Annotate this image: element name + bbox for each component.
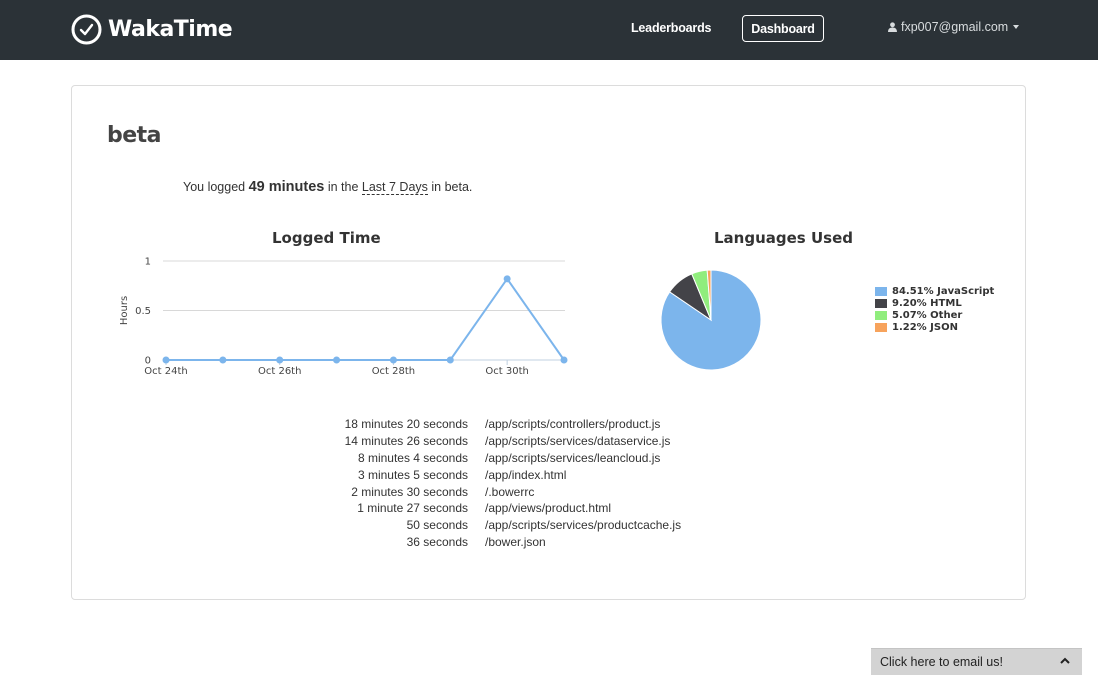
chevron-up-icon xyxy=(1060,657,1070,664)
file-duration: 50 seconds xyxy=(406,518,468,533)
summary-minutes: 49 minutes xyxy=(248,179,325,195)
languages-pie-chart xyxy=(660,269,762,371)
data-point xyxy=(560,356,568,364)
languages-title: Languages Used xyxy=(714,229,853,247)
file-duration: 1 minute 27 seconds xyxy=(357,501,468,516)
file-row: 8 minutes 4 seconds/app/scripts/services… xyxy=(272,450,681,467)
project-panel: beta You logged 49 minutes in the Last 7… xyxy=(71,85,1026,600)
x-tick-label: Oct 24th xyxy=(144,366,187,377)
legend-label: 84.51% JavaScript xyxy=(892,285,995,297)
y-tick-label: 0.5 xyxy=(135,306,151,317)
clock-logo-icon xyxy=(71,14,102,44)
y-tick-label: 1 xyxy=(145,257,151,268)
file-duration: 18 minutes 20 seconds xyxy=(344,417,468,432)
legend-label: 5.07% Other xyxy=(892,309,963,321)
x-tick-label: Oct 26th xyxy=(258,366,301,377)
legend-swatch xyxy=(875,310,887,320)
file-row: 18 minutes 20 seconds/app/scripts/contro… xyxy=(272,416,681,433)
data-point xyxy=(446,356,454,364)
series-line xyxy=(166,277,565,361)
data-point xyxy=(389,356,397,364)
summary-suffix: in beta. xyxy=(431,180,473,194)
y-axis-label: Hours xyxy=(119,296,130,325)
legend-swatch xyxy=(875,298,887,308)
caret-down-icon xyxy=(1013,25,1020,29)
file-path: /app/scripts/services/dataservice.js xyxy=(485,434,671,449)
logged-time-chart: 0 0.5 1 Hours Oct 24th Oct 26th Oct 28th Oct 30… xyxy=(119,257,568,377)
legend-label: 1.22% JSON xyxy=(892,321,958,333)
file-duration: 8 minutes 4 seconds xyxy=(357,450,468,465)
file-path: /app/index.html xyxy=(485,467,567,482)
file-row: 14 minutes 26 seconds/app/scripts/servic… xyxy=(272,433,681,450)
email-us-widget[interactable]: Click here to email us! xyxy=(871,648,1082,675)
file-path: /bower.json xyxy=(485,534,546,549)
summary-mid: in the xyxy=(327,180,359,194)
user-icon xyxy=(888,22,897,32)
file-row: 1 minute 27 seconds/app/views/product.ht… xyxy=(272,500,681,517)
nav-dashboard-label: Dashboard xyxy=(751,21,815,36)
email-us-label: Click here to email us! xyxy=(880,655,1003,669)
legend-swatch xyxy=(875,286,887,296)
nav-leaderboards-link[interactable]: Leaderboards xyxy=(631,21,711,35)
data-point xyxy=(162,356,170,364)
project-title: beta xyxy=(107,123,162,148)
logged-time-title: Logged Time xyxy=(272,229,381,247)
navbar: WakaTime Leaderboards Dashboard fxp007@g… xyxy=(0,0,1098,60)
file-row: 50 seconds/app/scripts/services/productc… xyxy=(272,517,681,534)
nav-dashboard-button[interactable]: Dashboard xyxy=(742,15,824,42)
file-duration: 3 minutes 5 seconds xyxy=(357,467,468,482)
legend-item[interactable]: 9.20% HTML xyxy=(875,297,994,309)
y-tick-label: 0 xyxy=(145,356,151,367)
file-duration: 36 seconds xyxy=(406,534,468,549)
file-path: /app/scripts/services/leancloud.js xyxy=(485,450,661,465)
legend-swatch xyxy=(875,322,887,332)
legend-item[interactable]: 1.22% JSON xyxy=(875,321,994,333)
user-menu[interactable]: fxp007@gmail.com xyxy=(888,20,1020,34)
x-tick-label: Oct 28th xyxy=(372,366,415,377)
file-duration: 2 minutes 30 seconds xyxy=(351,484,468,499)
summary-prefix: You logged xyxy=(183,180,246,194)
file-list: 18 minutes 20 seconds/app/scripts/contro… xyxy=(272,416,682,551)
file-path: /.bowerrc xyxy=(485,484,535,499)
data-point xyxy=(503,275,511,283)
legend-item[interactable]: 84.51% JavaScript xyxy=(875,285,994,297)
data-point xyxy=(333,356,341,364)
x-tick-label: Oct 30th xyxy=(485,366,528,377)
app-name: WakaTime xyxy=(108,16,233,42)
legend-item[interactable]: 5.07% Other xyxy=(875,309,994,321)
data-point xyxy=(219,356,227,364)
file-path: /app/views/product.html xyxy=(485,501,612,516)
file-row: 3 minutes 5 seconds/app/index.html xyxy=(272,466,681,483)
file-row: 2 minutes 30 seconds /.bowerrc xyxy=(272,483,681,500)
data-point xyxy=(276,356,284,364)
file-path: /app/scripts/controllers/product.js xyxy=(485,417,661,432)
summary-text: You logged 49 minutes in the Last 7 Days… xyxy=(183,179,472,195)
languages-legend: 84.51% JavaScript 9.20% HTML 5.07% Other 1.… xyxy=(875,285,994,333)
user-email: fxp007@gmail.com xyxy=(901,20,1009,34)
logo[interactable]: WakaTime xyxy=(71,13,233,45)
date-range-selector[interactable]: Last 7 Days xyxy=(361,180,428,195)
file-row: 36 seconds/bower.json xyxy=(272,534,681,551)
file-path: /app/scripts/services/productcache.js xyxy=(485,518,682,533)
legend-label: 9.20% HTML xyxy=(892,297,962,309)
file-duration: 14 minutes 26 seconds xyxy=(344,434,468,449)
